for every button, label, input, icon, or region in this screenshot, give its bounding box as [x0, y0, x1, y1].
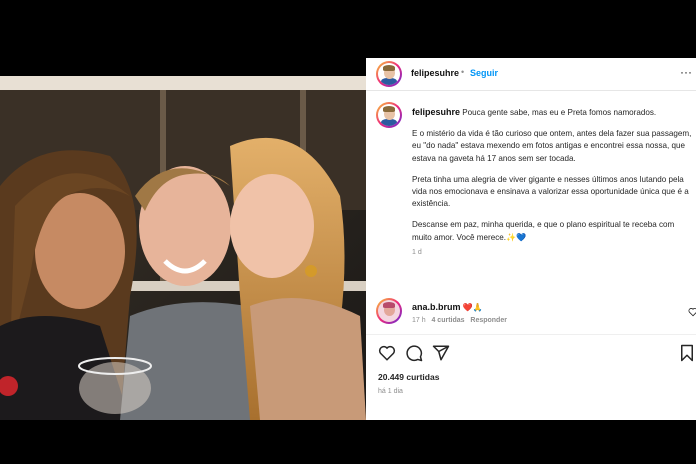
caption-avatar[interactable] — [376, 102, 402, 128]
post-caption: felipesuhre Pouca gente sabe, mas eu e P… — [412, 106, 694, 259]
header-username[interactable]: felipesuhre — [411, 68, 459, 78]
comment-like-icon[interactable] — [688, 307, 696, 317]
caption-paragraph: Descanse em paz, minha querida, e que o … — [412, 220, 675, 242]
heart-icon[interactable] — [378, 344, 396, 362]
caption-age: 1 d — [412, 248, 422, 256]
divider — [366, 334, 696, 335]
bookmark-icon[interactable] — [678, 344, 696, 362]
post-header: felipesuhre • Seguir ··· — [366, 58, 696, 91]
caption-paragraph: E o mistério da vida é tão curioso que o… — [412, 129, 692, 163]
reply-button[interactable]: Responder — [470, 317, 507, 324]
action-bar — [378, 344, 696, 362]
post-panel: felipesuhre • Seguir ··· felipesuhre Pou… — [366, 58, 696, 420]
comment-likes[interactable]: 4 curtidas — [431, 317, 464, 324]
comment-icon[interactable] — [405, 344, 423, 362]
comment-text: ❤️🙏 — [462, 303, 483, 312]
user-avatar[interactable] — [376, 61, 402, 87]
likes-count[interactable]: 20.449 curtidas — [378, 372, 439, 382]
caption-paragraph: Preta tinha uma alegria de viver gigante… — [412, 174, 689, 209]
post-photo — [0, 76, 366, 420]
more-options-icon[interactable]: ··· — [680, 65, 692, 79]
share-icon[interactable] — [432, 344, 450, 362]
comment-age: 17 h — [412, 317, 426, 324]
comment-username[interactable]: ana.b.brum — [412, 302, 461, 312]
caption-paragraph: Pouca gente sabe, mas eu e Preta fomos n… — [462, 108, 657, 117]
comment: ana.b.brum ❤️🙏 17 h 4 curtidas Responder — [412, 302, 507, 324]
caption-username[interactable]: felipesuhre — [412, 107, 460, 117]
follow-button[interactable]: Seguir — [470, 68, 498, 78]
header-separator: • — [461, 67, 465, 77]
post-date: há 1 dia — [378, 388, 403, 395]
comment-avatar[interactable] — [376, 298, 402, 324]
